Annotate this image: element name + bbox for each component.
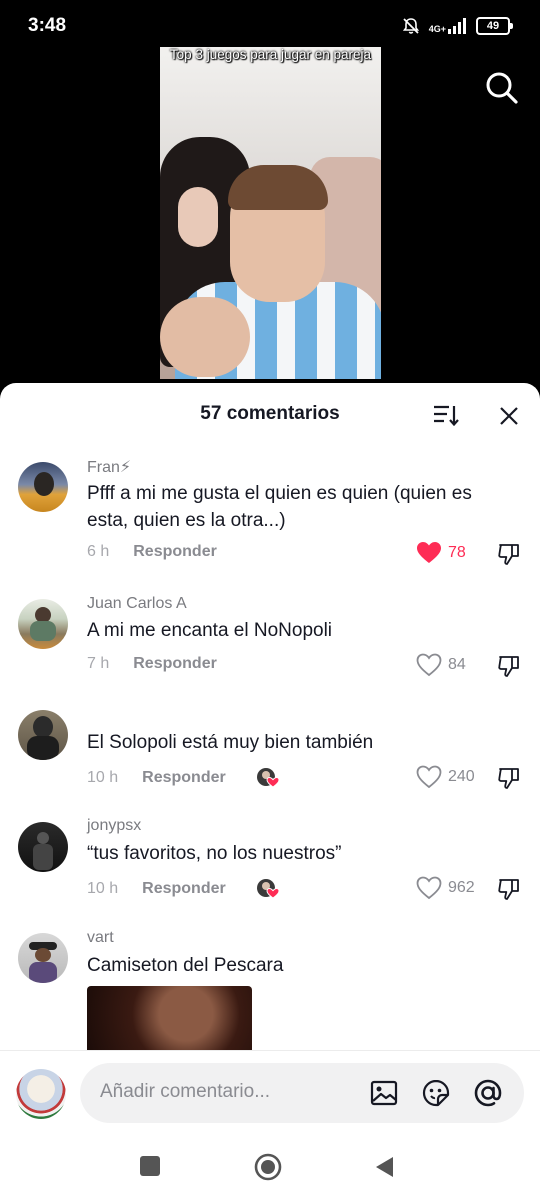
comment-username[interactable]: Fran⚡: [87, 457, 131, 477]
like-count: 240: [448, 768, 475, 785]
dislike-icon[interactable]: [497, 542, 521, 566]
status-icons: 4G+ 49: [401, 16, 513, 36]
video-player[interactable]: Top 3 juegos para jugar en pareja: [160, 47, 381, 379]
like-button[interactable]: 78: [416, 541, 466, 565]
heart-filled-icon: [417, 542, 441, 563]
dislike-icon[interactable]: [497, 877, 521, 901]
close-icon[interactable]: [498, 405, 520, 427]
avatar[interactable]: [18, 822, 68, 872]
comments-header: 57 comentarios: [0, 383, 540, 443]
comment-meta: 7 h Responder: [87, 655, 217, 673]
reply-button[interactable]: Responder: [142, 769, 226, 787]
creator-liked-badge: [256, 878, 280, 900]
comment-time: 10 h: [87, 769, 119, 786]
avatar[interactable]: [18, 710, 68, 760]
comment-input-bar: Añadir comentario...: [0, 1050, 540, 1138]
emoji-icon[interactable]: [421, 1078, 451, 1108]
comment-username[interactable]: vart: [87, 929, 114, 947]
heart-outline-icon: [416, 876, 442, 900]
network-indicator: 4G+: [429, 18, 468, 34]
avatar[interactable]: [18, 933, 68, 983]
home-icon[interactable]: [254, 1153, 282, 1181]
mute-icon: [402, 18, 419, 34]
back-icon[interactable]: [373, 1155, 395, 1179]
comment-image[interactable]: [87, 986, 252, 1056]
comment-username[interactable]: jonypsx: [87, 817, 141, 835]
status-bar: 3:48 4G+ 49: [0, 0, 540, 54]
comment-text: A mi me encanta el NoNopoli: [87, 620, 333, 641]
search-icon[interactable]: [484, 70, 520, 106]
battery-icon: 49: [476, 17, 513, 35]
signal-icon: [448, 18, 466, 34]
comment-text: Camiseton del Pescara: [87, 955, 284, 976]
comment-text: “tus favoritos, no los nuestros”: [87, 843, 342, 864]
heart-outline-icon: [416, 653, 442, 677]
creator-liked-badge: [256, 767, 280, 789]
comment-time: 10 h: [87, 880, 119, 897]
recents-icon[interactable]: [139, 1155, 161, 1177]
mention-icon[interactable]: [473, 1078, 503, 1108]
comment-meta: 10 h Responder: [87, 878, 280, 900]
like-count: 962: [448, 879, 475, 896]
comment-time: 7 h: [87, 655, 110, 672]
image-icon[interactable]: [369, 1078, 399, 1108]
comment-meta: 10 h Responder: [87, 767, 280, 789]
sort-icon[interactable]: [432, 403, 460, 427]
comment-text: El Solopoli está muy bien también: [87, 732, 374, 753]
my-avatar[interactable]: [16, 1069, 66, 1119]
like-count: 78: [448, 544, 466, 561]
dislike-icon[interactable]: [497, 766, 521, 790]
video-person-right-hair: [228, 165, 328, 210]
status-time: 3:48: [28, 15, 67, 36]
avatar[interactable]: [18, 599, 68, 649]
comment-username[interactable]: Juan Carlos A: [87, 595, 187, 613]
video-hand: [160, 297, 250, 377]
video-caption: Top 3 juegos para jugar en pareja: [169, 47, 372, 62]
comment-meta: 6 h Responder: [87, 543, 217, 561]
dislike-icon[interactable]: [497, 654, 521, 678]
reply-button[interactable]: Responder: [133, 543, 217, 561]
comment-time: 6 h: [87, 543, 110, 560]
video-person-left-face: [178, 187, 218, 247]
system-nav-bar: [0, 1138, 540, 1199]
comment-text: Pfff a mi me gusta el quien es quien (qu…: [87, 483, 472, 531]
network-label: 4G+: [428, 24, 446, 34]
comment-input[interactable]: Añadir comentario...: [80, 1063, 524, 1123]
reply-button[interactable]: Responder: [133, 655, 217, 673]
heart-outline-icon: [416, 765, 442, 789]
avatar[interactable]: [18, 462, 68, 512]
reply-button[interactable]: Responder: [142, 880, 226, 898]
like-count: 84: [448, 656, 466, 673]
like-button[interactable]: 84: [416, 653, 466, 677]
comment-input-placeholder: Añadir comentario...: [100, 1081, 271, 1102]
like-button[interactable]: 240: [416, 765, 475, 789]
like-button[interactable]: 962: [416, 876, 475, 900]
